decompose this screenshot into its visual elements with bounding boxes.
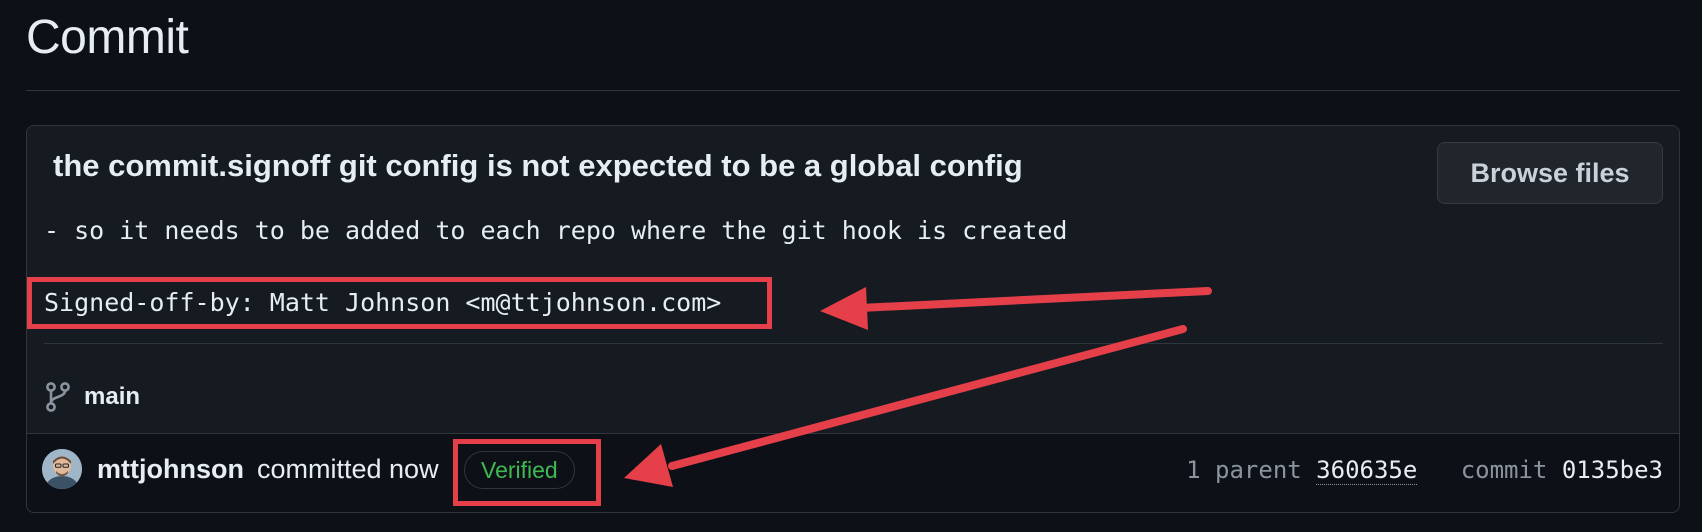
committed-time: committed now xyxy=(257,454,439,484)
page-title: Commit xyxy=(26,11,189,64)
commit-meta: 1 parent 360635e commit 0135be3 xyxy=(1186,456,1663,485)
parent-label: 1 parent xyxy=(1186,456,1302,484)
title-divider xyxy=(26,90,1680,91)
browse-files-button[interactable]: Browse files xyxy=(1437,142,1663,204)
author-link[interactable]: mttjohnson xyxy=(97,454,244,485)
commit-sha: 0135be3 xyxy=(1561,456,1663,484)
git-branch-icon xyxy=(44,381,72,413)
commit-page: Commit the commit.signoff git config is … xyxy=(0,0,1702,532)
commit-body: - so it needs to be added to each repo w… xyxy=(44,216,1068,245)
commit-title: the commit.signoff git config is not exp… xyxy=(53,148,1023,183)
commit-footer: mttjohnson committed now Verified 1 pare… xyxy=(27,433,1679,512)
verified-highlight-box xyxy=(453,439,601,506)
header-divider xyxy=(44,343,1663,344)
branch-link[interactable]: main xyxy=(44,381,140,413)
parent-sha-link[interactable]: 360635e xyxy=(1316,456,1418,485)
commit-label: commit xyxy=(1460,456,1548,484)
branch-name: main xyxy=(84,383,141,410)
author-avatar[interactable] xyxy=(42,449,82,489)
signoff-highlight-box xyxy=(27,277,772,329)
